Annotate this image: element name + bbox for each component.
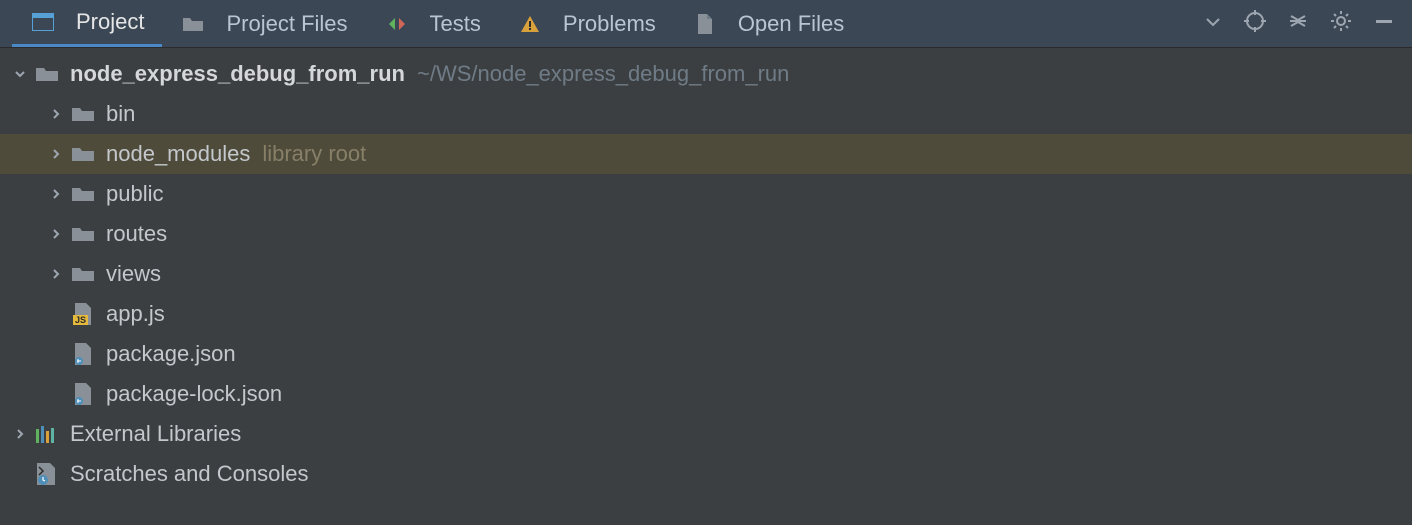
- tree-folder-public[interactable]: public: [0, 174, 1412, 214]
- tree-file-package-json[interactable]: package.json: [0, 334, 1412, 374]
- project-tree[interactable]: node_express_debug_from_run ~/WS/node_ex…: [0, 48, 1412, 494]
- scratches-icon: [34, 463, 60, 485]
- node-label: package.json: [106, 341, 236, 367]
- node-path: ~/WS/node_express_debug_from_run: [417, 61, 789, 87]
- chevron-down-icon[interactable]: [10, 64, 30, 84]
- libraries-icon: [34, 423, 60, 445]
- tab-label: Problems: [563, 11, 656, 37]
- tree-file-package-lock-json[interactable]: package-lock.json: [0, 374, 1412, 414]
- tree-folder-routes[interactable]: routes: [0, 214, 1412, 254]
- tests-icon: [384, 13, 410, 35]
- node-label: node_express_debug_from_run: [70, 61, 405, 87]
- collapse-all-icon[interactable]: [1288, 11, 1308, 37]
- folder-icon: [70, 223, 96, 245]
- tree-root[interactable]: node_express_debug_from_run ~/WS/node_ex…: [0, 54, 1412, 94]
- tree-file-appjs[interactable]: JS app.js: [0, 294, 1412, 334]
- folder-icon: [70, 183, 96, 205]
- folder-icon: [70, 143, 96, 165]
- tab-open-files[interactable]: Open Files: [674, 0, 862, 47]
- json-file-icon: [70, 383, 96, 405]
- node-label: package-lock.json: [106, 381, 282, 407]
- tab-project[interactable]: Project: [12, 0, 162, 47]
- folder-icon: [34, 63, 60, 85]
- chevron-right-icon[interactable]: [46, 224, 66, 244]
- project-icon: [30, 11, 56, 33]
- folder-icon: [70, 103, 96, 125]
- folder-icon: [70, 263, 96, 285]
- node-label: routes: [106, 221, 167, 247]
- json-file-icon: [70, 343, 96, 365]
- tree-folder-bin[interactable]: bin: [0, 94, 1412, 134]
- node-label: public: [106, 181, 163, 207]
- tool-window-tab-bar: Project Project Files Tests Problems Ope…: [0, 0, 1412, 48]
- toolbar-icons: [1204, 10, 1412, 38]
- tab-problems[interactable]: Problems: [499, 0, 674, 47]
- js-file-icon: JS: [70, 303, 96, 325]
- tab-label: Open Files: [738, 11, 844, 37]
- gear-icon[interactable]: [1330, 10, 1352, 38]
- node-label: External Libraries: [70, 421, 241, 447]
- target-icon[interactable]: [1244, 10, 1266, 38]
- svg-text:JS: JS: [75, 315, 86, 325]
- chevron-right-icon[interactable]: [46, 264, 66, 284]
- node-label: app.js: [106, 301, 165, 327]
- node-hint: library root: [262, 141, 366, 167]
- tab-project-files[interactable]: Project Files: [162, 0, 365, 47]
- problems-icon: [517, 13, 543, 35]
- node-label: views: [106, 261, 161, 287]
- tree-scratches-consoles[interactable]: Scratches and Consoles: [0, 454, 1412, 494]
- file-icon: [692, 13, 718, 35]
- tree-folder-node-modules[interactable]: node_modules library root: [0, 134, 1412, 174]
- chevron-right-icon[interactable]: [46, 144, 66, 164]
- node-label: node_modules: [106, 141, 250, 167]
- chevron-right-icon[interactable]: [46, 184, 66, 204]
- chevron-down-icon[interactable]: [1204, 11, 1222, 37]
- chevron-right-icon[interactable]: [46, 104, 66, 124]
- tree-folder-views[interactable]: views: [0, 254, 1412, 294]
- minimize-icon[interactable]: [1374, 11, 1394, 37]
- node-label: Scratches and Consoles: [70, 461, 308, 487]
- chevron-right-icon[interactable]: [10, 424, 30, 444]
- tab-label: Project Files: [226, 11, 347, 37]
- tab-label: Project: [76, 9, 144, 35]
- tree-external-libraries[interactable]: External Libraries: [0, 414, 1412, 454]
- folder-icon: [180, 13, 206, 35]
- node-label: bin: [106, 101, 135, 127]
- tab-tests[interactable]: Tests: [366, 0, 499, 47]
- tab-label: Tests: [430, 11, 481, 37]
